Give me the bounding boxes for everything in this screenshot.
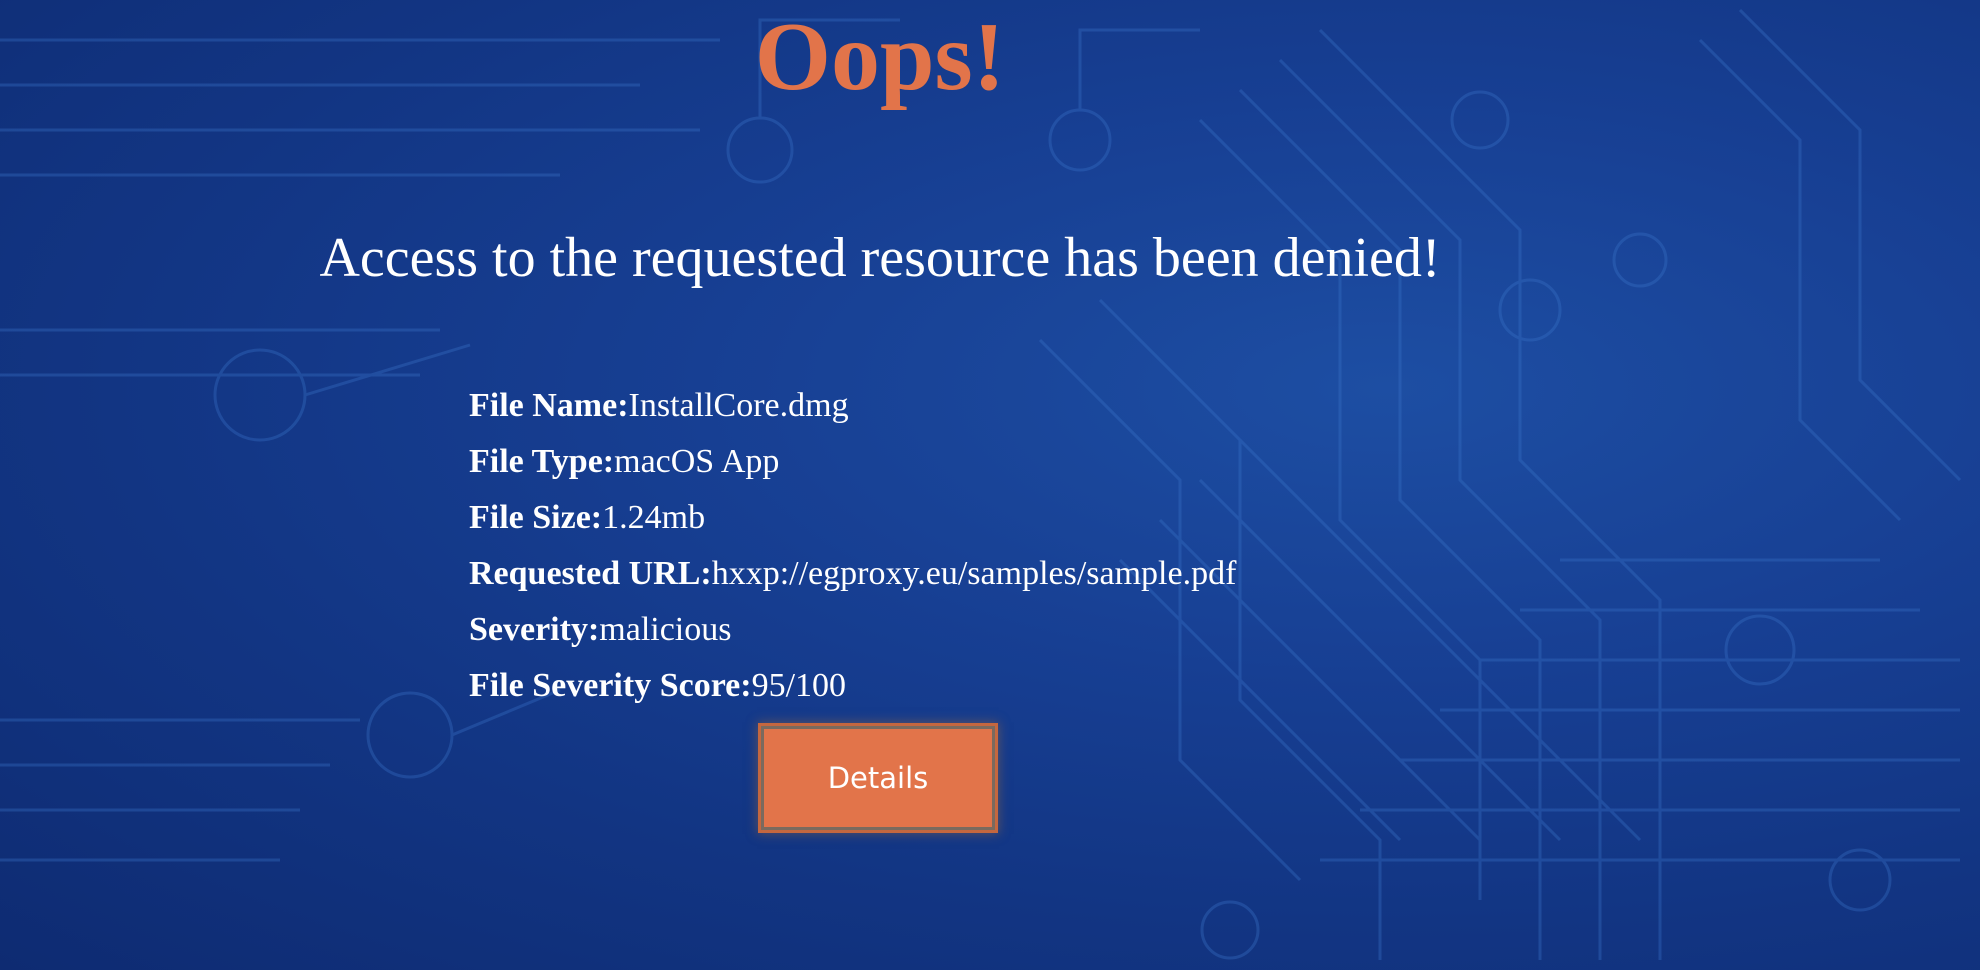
file-name-value: InstallCore.dmg (628, 387, 849, 424)
details-button[interactable]: Details (761, 726, 995, 830)
requested-url-row: Requested URL:hxxp://egproxy.eu/samples/… (469, 546, 1236, 602)
file-size-row: File Size:1.24mb (469, 490, 1236, 546)
file-type-value: macOS App (614, 443, 780, 480)
file-name-row: File Name:InstallCore.dmg (469, 378, 1236, 434)
severity-score-row: File Severity Score:95/100 (469, 658, 1236, 714)
file-type-label: File Type: (469, 443, 615, 480)
file-type-row: File Type:macOS App (469, 434, 1236, 490)
page-title: Oops! (754, 3, 1006, 111)
file-size-label: File Size: (469, 499, 603, 536)
file-info-list: File Name:InstallCore.dmg File Type:macO… (469, 378, 1236, 714)
file-name-label: File Name: (469, 387, 629, 424)
access-denied-message: Access to the requested resource has bee… (319, 227, 1441, 289)
severity-row: Severity:malicious (469, 602, 1236, 658)
requested-url-value: hxxp://egproxy.eu/samples/sample.pdf (711, 555, 1237, 592)
severity-score-label: File Severity Score: (469, 667, 752, 704)
requested-url-label: Requested URL: (469, 555, 712, 592)
file-size-value: 1.24mb (602, 499, 706, 536)
severity-label: Severity: (469, 611, 600, 648)
severity-value: malicious (599, 611, 732, 648)
severity-score-value: 95/100 (751, 667, 847, 704)
